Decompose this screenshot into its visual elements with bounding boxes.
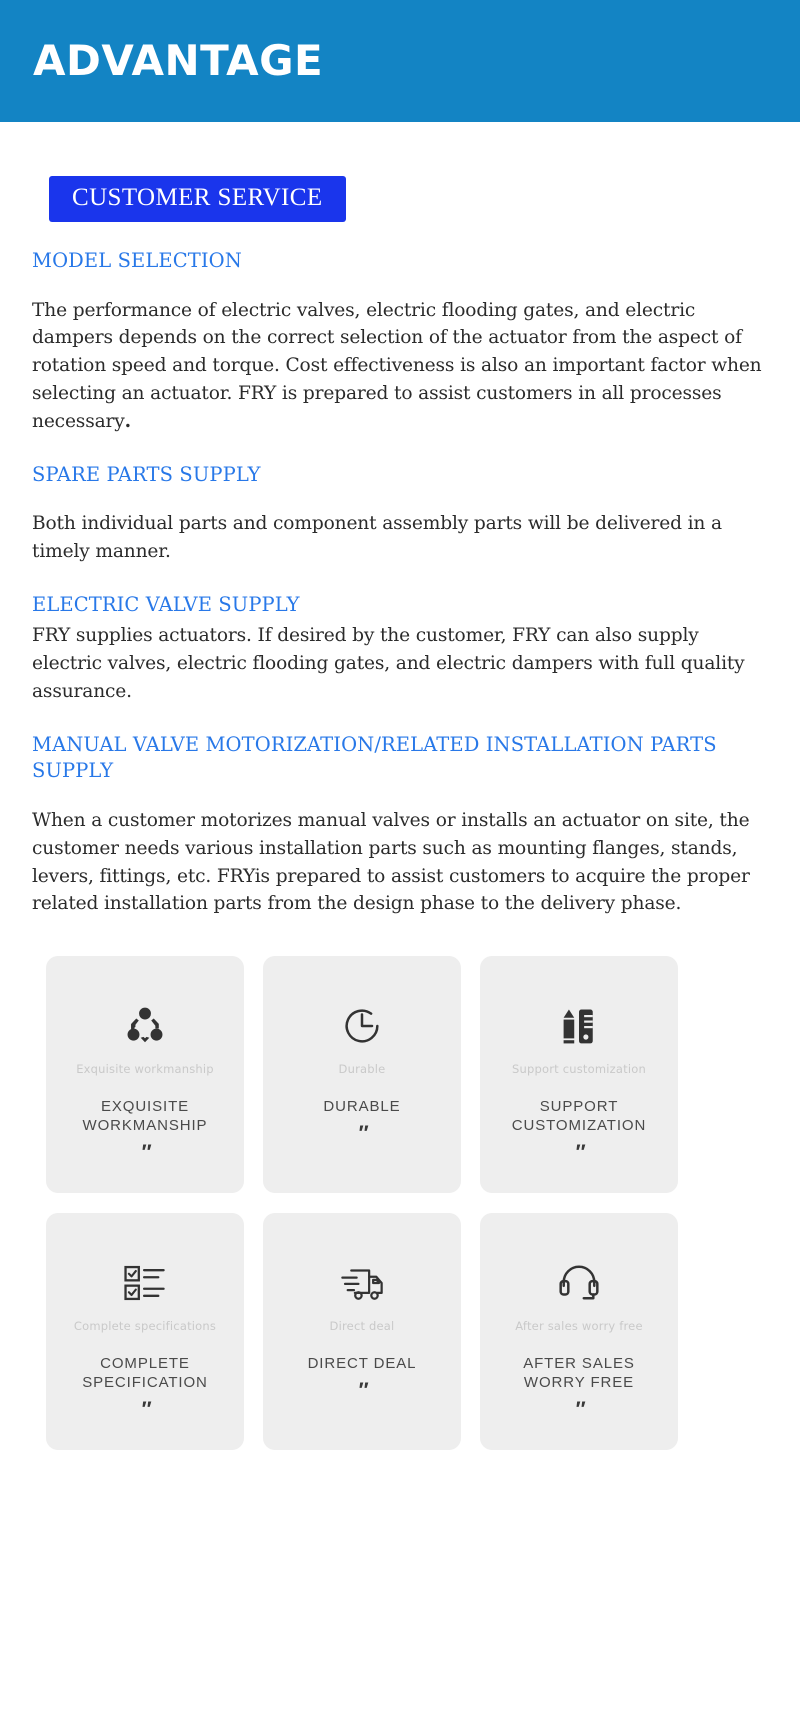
section-body-period: . [124,411,131,433]
headset-icon [558,1255,600,1311]
feature-card-title: DURABLE [323,1098,401,1116]
customer-service-badge[interactable]: CUSTOMER SERVICE [49,176,346,223]
section-body-electric-valve-supply: FRY supplies actuators. If desired by th… [32,625,745,703]
section-heading-model-selection: MODEL SELECTION [32,249,242,273]
feature-card[interactable]: Exquisite workmanship EXQUISITE WORKMANS… [46,956,244,1194]
feature-card[interactable]: After sales worry free AFTER SALES WORRY… [480,1213,678,1451]
section-heading-spare-parts-supply: SPARE PARTS SUPPLY [32,463,261,487]
quote-mark-icon: ″ [140,1140,150,1164]
quote-mark-icon: ″ [357,1121,367,1145]
quote-mark-icon: ″ [574,1140,584,1164]
feature-card-title: AFTER SALES WORRY FREE [523,1355,635,1391]
quote-mark-icon: ″ [357,1378,367,1402]
quote-mark-icon: ″ [140,1397,150,1421]
content-area: CUSTOMER SERVICE MODEL SELECTION The per… [0,122,800,1518]
feature-card[interactable]: Direct deal DIRECT DEAL ″ [263,1213,461,1451]
section-body-model-selection: The performance of electric valves, elec… [32,297,768,436]
feature-card-subtitle: Direct deal [329,1319,395,1334]
feature-card[interactable]: Support customization SUPPORT CUSTOMIZAT… [480,956,678,1194]
checklist-icon [122,1255,168,1311]
feature-card-title: EXQUISITE WORKMANSHIP [82,1098,208,1134]
section-body-manual-valve-motorization: When a customer motorizes manual valves … [32,809,750,915]
page-title: ADVANTAGE [33,36,324,85]
feature-card-subtitle: Exquisite workmanship [76,1062,214,1077]
clock-icon [339,998,385,1054]
feature-card-subtitle: Support customization [512,1062,646,1077]
feature-card[interactable]: Durable DURABLE ″ [263,956,461,1194]
badge-row: CUSTOMER SERVICE [32,122,768,223]
feature-card-subtitle: Durable [338,1062,386,1077]
delivery-truck-icon [337,1255,387,1311]
network-nodes-icon [122,998,168,1054]
bottom-spacer [32,1450,768,1518]
pencil-ruler-icon [557,998,601,1054]
section-heading-electric-valve-supply: ELECTRIC VALVE SUPPLY [32,593,300,617]
feature-card-subtitle: After sales worry free [515,1319,643,1334]
page-banner: ADVANTAGE [0,0,800,122]
feature-card-title: DIRECT DEAL [307,1355,417,1373]
feature-card-title: SUPPORT CUSTOMIZATION [511,1098,647,1134]
quote-mark-icon: ″ [574,1397,584,1421]
feature-card-grid: Exquisite workmanship EXQUISITE WORKMANS… [32,956,768,1451]
section-heading-manual-valve-motorization: MANUAL VALVE MOTORIZATION/RELATED INSTAL… [32,733,717,783]
feature-card-title: COMPLETE SPECIFICATION [82,1355,208,1391]
feature-card[interactable]: Complete specifications COMPLETE SPECIFI… [46,1213,244,1451]
feature-card-subtitle: Complete specifications [73,1319,217,1334]
section-body-spare-parts-supply: Both individual parts and component asse… [32,513,722,563]
section-body-text: The performance of electric valves, elec… [32,299,762,433]
